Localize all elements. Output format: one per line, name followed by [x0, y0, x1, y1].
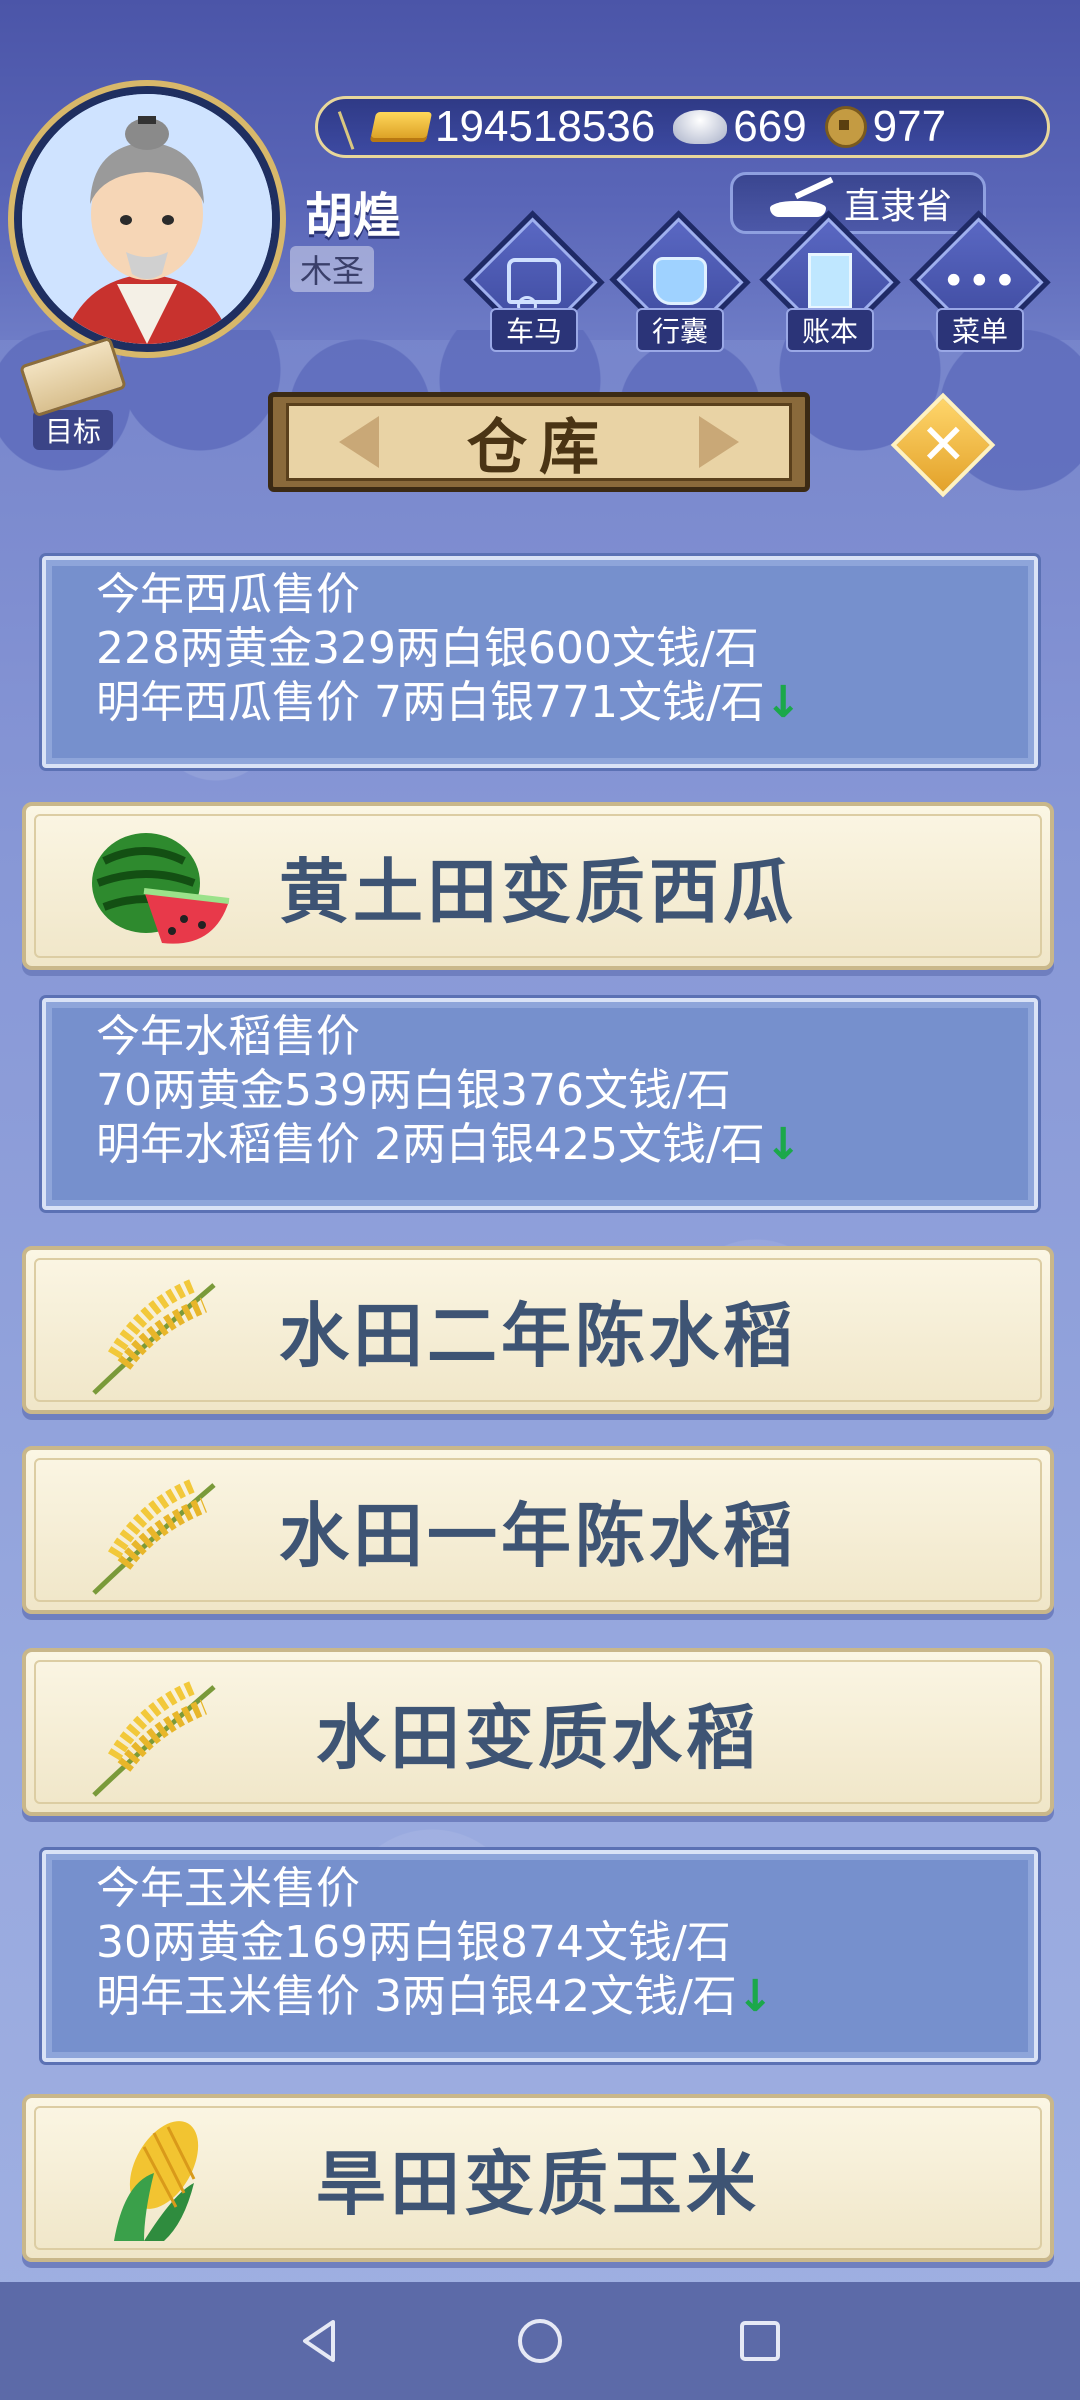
- silver-amount: 669: [733, 102, 807, 151]
- close-icon: ✕: [919, 411, 967, 477]
- price-title: 今年水稻售价: [96, 1011, 360, 1062]
- menu-dots-icon: •••: [941, 258, 1019, 304]
- price-this-year: 228两黄金329两白银600文钱/石: [96, 623, 759, 674]
- gold-ingot-icon: [369, 112, 433, 142]
- crop-name: 黄土田变质西瓜: [279, 850, 797, 933]
- trend-down-icon: ↓: [764, 677, 802, 728]
- close-button[interactable]: ✕: [890, 392, 996, 498]
- trend-down-icon: ↓: [736, 1971, 774, 2022]
- crop-name: 旱田变质玉米: [316, 2142, 760, 2225]
- nav-cart-label: 车马: [489, 308, 578, 352]
- back-triangle-icon[interactable]: [295, 2316, 345, 2366]
- price-next-year: 明年西瓜售价 7两白银771文钱/石: [96, 677, 765, 728]
- coin-amount: 977: [872, 102, 947, 151]
- nav-cart-button[interactable]: 车马: [463, 210, 605, 352]
- target-button[interactable]: 目标: [18, 336, 128, 450]
- avatar-portrait-icon: [22, 94, 272, 344]
- page-title: 仓库: [467, 412, 611, 483]
- target-label: 目标: [32, 410, 113, 450]
- cart-icon: [507, 258, 561, 304]
- crop-name: 水田一年陈水稻: [279, 1494, 797, 1577]
- nav-ledger-button[interactable]: 账本: [759, 210, 901, 352]
- trend-down-icon: ↓: [764, 1119, 802, 1170]
- crop-card-rice-2yr[interactable]: 水田二年陈水稻: [22, 1246, 1054, 1414]
- price-next-year-row: 明年玉米售价 3两白银42文钱/石↓: [96, 1970, 984, 2024]
- price-next-year-row: 明年水稻售价 2两白银425文钱/石↓: [96, 1118, 984, 1172]
- price-panel-watermelon: 今年西瓜售价 228两黄金329两白银600文钱/石 明年西瓜售价 7两白银77…: [42, 556, 1038, 768]
- home-circle-icon[interactable]: [515, 2316, 565, 2366]
- gold-currency: 194518536: [369, 102, 656, 152]
- crop-name: 水田二年陈水稻: [279, 1294, 797, 1377]
- bag-icon: [653, 257, 707, 305]
- price-title: 今年玉米售价: [96, 1863, 360, 1914]
- crop-card-corn[interactable]: 旱田变质玉米: [22, 2094, 1054, 2262]
- nav-bag-label: 行囊: [635, 308, 724, 352]
- player-name: 胡煌: [305, 188, 402, 244]
- silver-currency: 669: [673, 102, 807, 152]
- price-panel-corn: 今年玉米售价 30两黄金169两白银874文钱/石 明年玉米售价 3两白银42文…: [42, 1850, 1038, 2062]
- copper-coin-icon: [824, 106, 867, 148]
- nav-bag-button[interactable]: 行囊: [609, 210, 751, 352]
- currency-bar: 194518536 669 977: [315, 96, 1050, 158]
- leaf-decoration-icon: [337, 104, 374, 150]
- province-label: 直隶省: [843, 186, 952, 227]
- page-title-banner: 仓库: [268, 392, 810, 492]
- player-avatar[interactable]: [14, 86, 280, 352]
- nav-menu-label: 菜单: [935, 308, 1024, 352]
- price-next-year: 明年玉米售价 3两白银42文钱/石: [96, 1971, 737, 2022]
- nav-ledger-label: 账本: [785, 308, 874, 352]
- price-next-year: 明年水稻售价 2两白银425文钱/石: [96, 1119, 765, 1170]
- coin-currency: 977: [824, 102, 947, 152]
- nav-menu-button[interactable]: ••• 菜单: [909, 210, 1051, 352]
- crop-card-rice-1yr[interactable]: 水田一年陈水稻: [22, 1446, 1054, 1614]
- gold-amount: 194518536: [435, 102, 656, 151]
- price-next-year-row: 明年西瓜售价 7两白银771文钱/石↓: [96, 676, 984, 730]
- silver-ingot-icon: [673, 110, 728, 144]
- province-button[interactable]: 直隶省: [730, 172, 986, 234]
- ledger-icon: [808, 253, 852, 309]
- price-this-year: 70两黄金539两白银376文钱/石: [96, 1065, 731, 1116]
- crop-card-watermelon[interactable]: 黄土田变质西瓜: [22, 802, 1054, 970]
- player-title: 木圣: [290, 246, 375, 292]
- crop-name: 水田变质水稻: [316, 1696, 760, 1779]
- recents-square-icon[interactable]: [735, 2316, 785, 2366]
- price-panel-rice: 今年水稻售价 70两黄金539两白银376文钱/石 明年水稻售价 2两白银425…: [42, 998, 1038, 1210]
- crop-card-rice-spoiled[interactable]: 水田变质水稻: [22, 1648, 1054, 1816]
- price-this-year: 30两黄金169两白银874文钱/石: [96, 1917, 731, 1968]
- price-title: 今年西瓜售价: [96, 569, 360, 620]
- system-navigation-bar: [0, 2282, 1080, 2400]
